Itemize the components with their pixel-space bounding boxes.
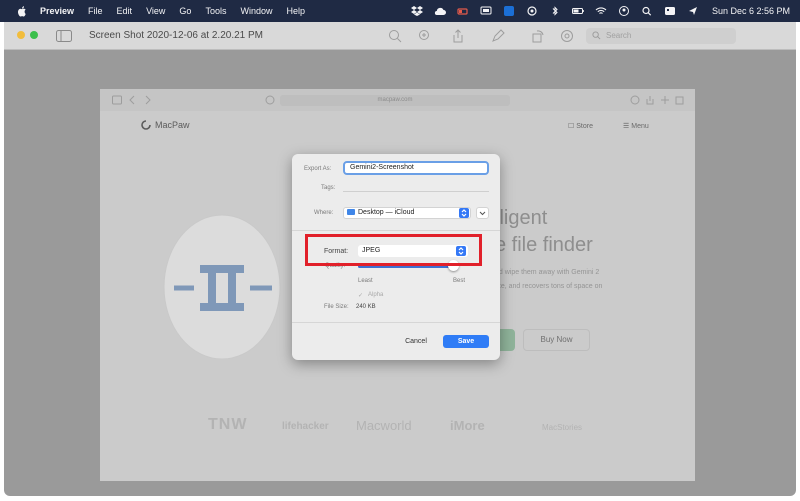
menu-window[interactable]: Window	[240, 6, 272, 16]
where-value: Desktop — iCloud	[358, 209, 415, 216]
sync-icon[interactable]	[526, 6, 538, 16]
brand-macstories: MacStories	[542, 423, 583, 432]
dialog-separator-bottom	[292, 322, 500, 323]
where-select[interactable]: Desktop — iCloud	[343, 207, 471, 219]
siri-icon[interactable]	[687, 6, 699, 16]
status-area: Sun Dec 6 2:56 PM	[410, 0, 790, 22]
menu-file[interactable]: File	[88, 6, 103, 16]
share-icon[interactable]	[451, 29, 465, 43]
menu-app-preview[interactable]: Preview	[40, 6, 74, 16]
where-popup-arrows-icon[interactable]	[459, 208, 469, 218]
battery-icon[interactable]	[571, 6, 584, 16]
browser-shield-icon	[265, 95, 275, 105]
title-bar: Screen Shot 2020-12-06 at 2.20.21 PM Sea…	[4, 22, 796, 50]
macpaw-logo-icon	[141, 120, 151, 130]
site-menu-link: ☰ Menu	[623, 123, 649, 130]
browser-url: macpaw.com	[280, 95, 510, 106]
buy-now-button: Buy Now	[523, 329, 590, 351]
format-highlight-box	[305, 234, 482, 266]
browser-back-icon	[129, 95, 135, 105]
window-title: Screen Shot 2020-12-06 at 2.20.21 PM	[89, 30, 264, 41]
browser-tabs-icon	[675, 96, 684, 105]
hero-subtitle-line1: nd wipe them away with Gemini 2	[495, 269, 600, 276]
dropbox-icon[interactable]	[410, 6, 423, 16]
store-link: ☐ Store	[568, 123, 593, 130]
menu-go[interactable]: Go	[179, 6, 191, 16]
brand-tnw: TNW	[208, 416, 248, 433]
battery-monitor-icon[interactable]	[457, 6, 469, 16]
browser-forward-icon	[145, 95, 151, 105]
browser-sidebar-icon	[112, 95, 122, 105]
markup-pen-icon[interactable]	[491, 29, 505, 43]
alpha-label: Alpha	[368, 292, 384, 298]
menu-help[interactable]: Help	[286, 6, 305, 16]
gemini-egg-illustration	[163, 214, 281, 359]
site-menu-label: Menu	[631, 123, 649, 130]
browser-share-icon	[646, 96, 654, 105]
browser-toolbar: macpaw.com	[100, 89, 695, 111]
cancel-button[interactable]: Cancel	[390, 335, 442, 348]
zoom-button[interactable]	[30, 31, 38, 39]
brand-macworld: Macworld	[356, 418, 412, 433]
tags-field[interactable]	[343, 191, 489, 192]
user-icon[interactable]	[618, 6, 630, 16]
macpaw-logo: MacPaw	[141, 120, 190, 130]
menu-bar: Preview File Edit View Go Tools Window H…	[0, 0, 800, 22]
macpaw-logo-text: MacPaw	[155, 120, 190, 130]
menubar-clock[interactable]: Sun Dec 6 2:56 PM	[712, 6, 790, 16]
file-size-label: File Size:	[324, 304, 349, 310]
bluetooth-icon[interactable]	[549, 6, 561, 16]
rotate-icon[interactable]	[531, 29, 545, 43]
browser-download-icon	[630, 95, 640, 105]
tags-label: Tags:	[321, 185, 336, 191]
quality-min-label: Least	[358, 278, 373, 284]
annotate-icon[interactable]	[560, 29, 574, 43]
brand-lifehacker: lifehacker	[282, 421, 329, 432]
browser-new-tab-icon	[661, 96, 669, 104]
save-button[interactable]: Save	[443, 335, 489, 348]
minimize-button[interactable]	[17, 31, 25, 39]
wifi-icon[interactable]	[595, 6, 607, 16]
search-field[interactable]: Search	[586, 28, 736, 44]
quality-max-label: Best	[453, 278, 466, 284]
apple-menu-icon[interactable]	[16, 5, 28, 17]
zoom-in-icon[interactable]	[418, 29, 432, 43]
creative-cloud-icon[interactable]	[503, 6, 515, 16]
sidebar-toggle-icon[interactable]	[56, 30, 72, 42]
menu-view[interactable]: View	[146, 6, 165, 16]
hero-heading-line2: e file finder	[495, 234, 593, 256]
where-label: Where:	[314, 210, 334, 216]
control-center-icon[interactable]	[664, 6, 676, 16]
export-as-label: Export As:	[304, 166, 332, 172]
store-link-label: Store	[576, 123, 593, 130]
chevron-down-icon	[479, 211, 486, 216]
export-as-field[interactable]: Gemini2-Screenshot	[343, 161, 489, 175]
hero-heading-line1: lligent	[495, 207, 548, 229]
cloud-icon[interactable]	[434, 6, 446, 16]
file-size-value: 240 KB	[356, 304, 376, 310]
menu-edit[interactable]: Edit	[117, 6, 133, 16]
search-icon[interactable]	[641, 6, 653, 16]
dialog-separator	[292, 230, 500, 231]
zoom-out-icon[interactable]	[388, 29, 402, 43]
hero-subtitle-line2: ate, and recovers tons of space on	[495, 283, 603, 290]
search-placeholder: Search	[606, 31, 632, 40]
alpha-checkbox[interactable]: ✓	[358, 292, 363, 299]
brand-imore: iMore	[450, 418, 485, 433]
menu-tools[interactable]: Tools	[205, 6, 226, 16]
search-field-icon	[592, 31, 601, 40]
folder-icon	[347, 209, 355, 216]
screen-mirror-icon[interactable]	[480, 6, 492, 16]
expand-browser-button[interactable]	[476, 207, 489, 219]
